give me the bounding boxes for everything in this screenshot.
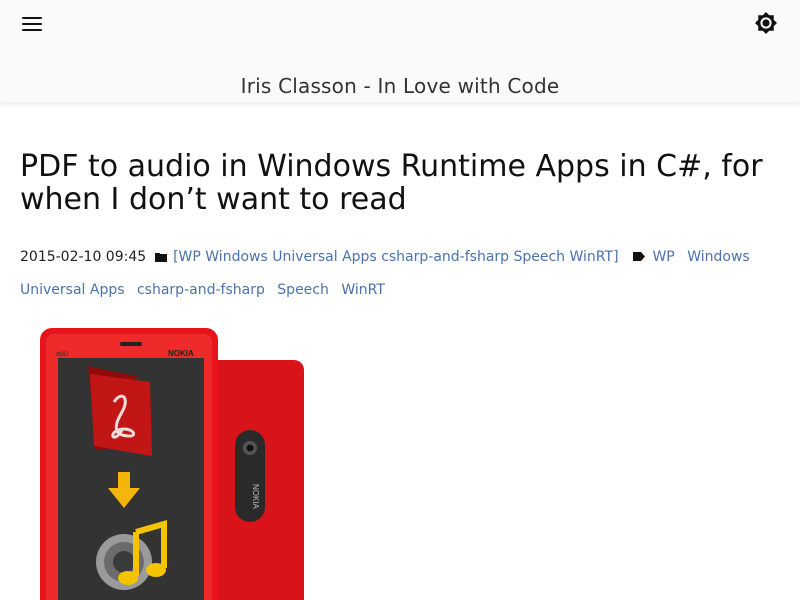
tag-link-winrt[interactable]: WinRT: [341, 282, 385, 298]
phone-brand-left: at&t: [56, 351, 69, 358]
tag-link-csharp-and-fsharp[interactable]: csharp-and-fsharp: [137, 282, 265, 298]
tag-link-universal-apps[interactable]: Universal Apps: [20, 282, 125, 298]
phone-brand-right: NOKIA: [168, 349, 194, 358]
site-title[interactable]: Iris Classon - In Love with Code: [0, 74, 800, 98]
phone-pdf-to-audio-illustration: NOKIA at&t NOKIA: [40, 328, 304, 600]
svg-text:NOKIA: NOKIA: [251, 484, 260, 510]
category-link[interactable]: [WP Windows Universal Apps csharp-and-fs…: [173, 249, 618, 265]
tag-link-wp[interactable]: WP: [652, 249, 674, 265]
hamburger-menu-icon[interactable]: [22, 16, 42, 32]
site-header: Iris Classon - In Love with Code: [0, 0, 800, 102]
post-title: PDF to audio in Windows Runtime Apps in …: [20, 149, 763, 217]
tag-icon: [632, 252, 645, 261]
post-hero-image: NOKIA at&t NOKIA: [18, 318, 318, 600]
tag-link-speech[interactable]: Speech: [277, 282, 329, 298]
folder-icon: [154, 253, 167, 262]
tag-link-windows[interactable]: Windows: [687, 249, 750, 265]
brightness-icon[interactable]: [752, 9, 780, 37]
post-date: 2015-02-10 09:45: [20, 249, 147, 265]
post-meta: 2015-02-10 09:45 [WP Windows Universal A…: [20, 241, 790, 307]
